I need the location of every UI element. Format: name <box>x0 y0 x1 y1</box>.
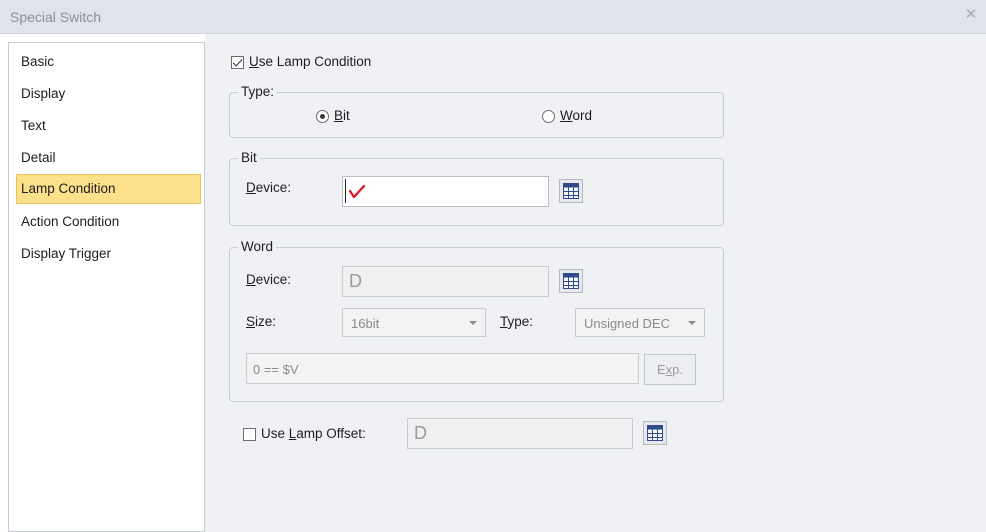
word-radio[interactable] <box>542 110 555 123</box>
nav-item-label: Display <box>21 86 66 101</box>
bit-radio[interactable] <box>316 110 329 123</box>
nav-item-display-trigger[interactable]: Display Trigger <box>17 239 201 269</box>
word-device-input[interactable]: D <box>342 266 549 297</box>
chevron-down-icon <box>469 321 477 325</box>
nav-item-lamp-condition[interactable]: Lamp Condition <box>16 174 201 204</box>
nav-item-text[interactable]: Text <box>17 111 201 141</box>
nav-item-action-condition[interactable]: Action Condition <box>17 207 201 237</box>
expression-input[interactable]: 0 == $V <box>246 353 639 384</box>
bit-device-browse-button[interactable] <box>559 179 583 203</box>
use-lamp-offset-checkbox[interactable] <box>243 428 256 441</box>
bit-group: Bit Device: <box>229 150 724 226</box>
bit-device-input[interactable] <box>342 176 549 207</box>
nav-item-label: Lamp Condition <box>21 181 116 196</box>
nav-item-label: Detail <box>21 150 56 165</box>
nav-item-label: Display Trigger <box>21 246 112 261</box>
nav-item-label: Basic <box>21 54 55 69</box>
word-type-label: Type: <box>500 314 534 329</box>
use-lamp-offset-label[interactable]: Use Lamp Offset: <box>261 426 366 441</box>
bit-radio-label[interactable]: Bit <box>334 108 350 123</box>
window-title: Special Switch <box>10 9 102 25</box>
exp-button[interactable]: Exp. <box>644 354 696 385</box>
size-select[interactable]: 16bit <box>342 308 486 337</box>
lamp-offset-browse-button[interactable] <box>643 421 667 445</box>
size-label: Size: <box>246 314 277 329</box>
error-check-icon <box>349 185 365 199</box>
text-cursor <box>345 179 346 203</box>
device-table-icon <box>563 183 579 199</box>
word-radio-label[interactable]: Word <box>560 108 592 123</box>
nav-item-detail[interactable]: Detail <box>17 143 201 173</box>
chevron-down-icon <box>688 321 696 325</box>
device-table-icon <box>647 425 663 441</box>
title-bar: Special Switch ✕ <box>0 0 986 34</box>
device-table-icon <box>563 273 579 289</box>
bit-device-label: Device: <box>246 180 292 195</box>
settings-panel: Use Lamp Condition Type: Bit Word Bit De… <box>205 34 986 532</box>
word-device-browse-button[interactable] <box>559 269 583 293</box>
close-icon[interactable]: ✕ <box>964 7 978 22</box>
category-list: Basic Display Text Detail Lamp Condition… <box>8 42 205 532</box>
bit-group-title: Bit <box>238 150 260 165</box>
word-group-title: Word <box>238 239 277 254</box>
nav-item-label: Action Condition <box>21 214 120 229</box>
type-group: Type: Bit Word <box>229 84 724 138</box>
word-device-label: Device: <box>246 272 292 287</box>
word-group: Word Device: D Size: 16bit Type: Unsigne… <box>229 239 724 402</box>
nav-item-basic[interactable]: Basic <box>17 47 201 77</box>
word-type-select[interactable]: Unsigned DEC <box>575 308 705 337</box>
use-lamp-condition-checkbox[interactable] <box>231 56 244 69</box>
lamp-offset-input[interactable]: D <box>407 418 633 449</box>
use-lamp-condition-label[interactable]: Use Lamp Condition <box>249 54 371 69</box>
nav-item-display[interactable]: Display <box>17 79 201 109</box>
nav-item-label: Text <box>21 118 46 133</box>
type-group-title: Type: <box>238 84 278 99</box>
